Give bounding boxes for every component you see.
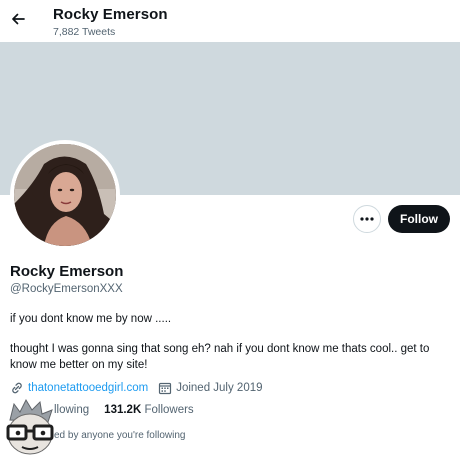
profile-name: Rocky Emerson [10,263,124,280]
profile-top-bar: Rocky Emerson 7,882 Tweets [0,0,460,42]
header-title: Rocky Emerson [53,6,168,23]
bio-line-1: if you dont know me by now ..... [10,313,172,325]
followed-by-text: ed by anyone you're following [54,430,186,441]
profile-handle: @RockyEmersonXXX [10,283,123,295]
website-text[interactable]: thatonetattooedgirl.com [28,382,148,394]
header-tweet-count: 7,882 Tweets [53,26,116,38]
followers-stat[interactable]: 131.2K Followers [104,404,194,416]
more-options-button[interactable] [353,205,381,233]
link-icon [12,382,22,394]
website-link[interactable]: thatonetattooedgirl.com [10,381,148,395]
bio-line-2: thought I was gonna sing that song eh? n… [10,343,430,371]
followers-label: Followers [144,404,194,416]
nerd-mascot-icon [0,398,60,458]
calendar-icon [159,382,172,395]
joined-text: Joined July 2019 [176,382,263,394]
ellipsis-icon [360,217,374,221]
followers-count: 131.2K [104,404,142,416]
profile-meta-row: thatonetattooedgirl.com Joined July 2019 [10,380,263,396]
avatar[interactable] [10,140,120,250]
joined-date: Joined July 2019 [158,381,263,395]
follow-button[interactable]: Follow [388,205,450,233]
back-arrow-icon[interactable] [6,6,30,32]
